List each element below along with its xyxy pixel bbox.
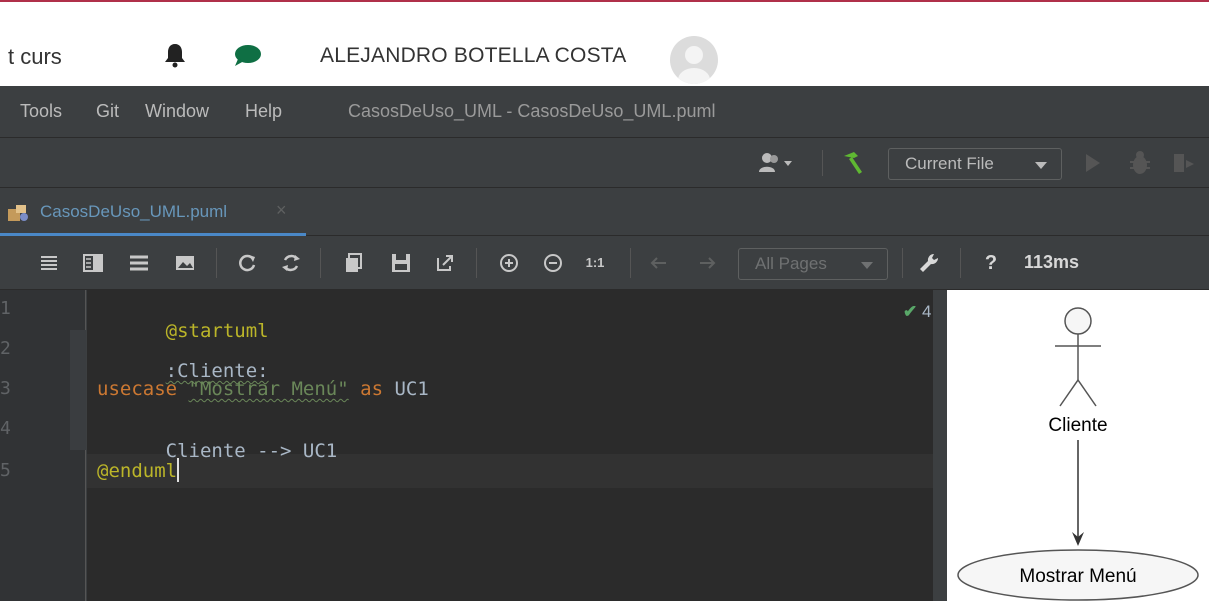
toolbar-separator [630,248,631,278]
actor-leg [1077,379,1097,407]
tab-label: CasosDeUso_UML.puml [40,202,228,221]
menu-help[interactable]: Help [245,101,282,122]
window-title: CasosDeUso_UML - CasosDeUso_UML.puml [348,101,716,121]
web-header: t curs ALEJANDRO BOTELLA COSTA [0,0,1209,86]
code-token: @enduml [97,460,178,482]
pages-select-label: All Pages [755,254,827,273]
render-time: 113ms [1024,252,1080,272]
user-icon[interactable] [758,152,794,174]
run-icon[interactable] [1086,154,1100,172]
splitter[interactable] [933,290,947,601]
open-external-icon[interactable] [430,248,460,278]
breadcrumb[interactable]: t curs [8,44,62,70]
code-token: as [360,378,384,400]
help-button[interactable]: ? [976,248,1006,278]
arrow-left-icon[interactable] [644,248,674,278]
usecase-label: Mostrar Menú [1019,566,1136,587]
layout-split-icon[interactable] [78,248,108,278]
refresh-icon[interactable] [232,248,262,278]
header-divider [0,0,1209,2]
fold-region [70,330,86,450]
save-icon[interactable] [386,248,416,278]
zoom-out-icon[interactable] [538,248,568,278]
line-number: 4 [0,418,10,439]
actor-leg [1059,379,1079,407]
avatar[interactable] [670,36,718,84]
menu-bar: Tools Git Window Help CasosDeUso_UML - C… [0,86,1209,138]
code-token: "Mostrar Menú" [188,378,349,400]
inspection-widget[interactable]: ✔ 4 [903,302,931,322]
code-line-5: @enduml [97,458,180,482]
coverage-icon[interactable] [1170,150,1196,176]
menu-git[interactable]: Git [96,101,119,122]
editor-tab-bar: CasosDeUso_UML.puml × [0,188,1209,236]
bell-icon[interactable] [162,42,188,68]
build-hammer-icon[interactable] [840,150,866,176]
actor-label: Cliente [1048,415,1107,436]
toolbar-separator [822,150,823,176]
editor-gutter: 1 2 3 4 5 [0,290,86,601]
settings-wrench-icon[interactable] [914,248,944,278]
actual-size-button[interactable]: 1:1 [580,248,610,278]
actor-head [1064,307,1092,335]
arrow-right-icon[interactable] [692,248,722,278]
layout-editor-only-icon[interactable] [34,248,64,278]
run-configuration-select[interactable]: Current File [888,148,1062,180]
toolbar-separator [320,248,321,278]
puml-file-icon [8,205,28,221]
text-cursor [177,458,180,482]
debug-bug-icon[interactable] [1128,150,1152,176]
pages-select[interactable]: All Pages [738,248,888,280]
code-editor[interactable]: @startuml :Cliente: usecase "Mostrar Men… [87,290,968,601]
menu-tools[interactable]: Tools [20,101,62,122]
layout-horizontal-icon[interactable] [124,248,154,278]
zoom-in-icon[interactable] [494,248,524,278]
chevron-down-icon [1035,162,1047,169]
toolbar-separator [216,248,217,278]
preview-toolbar: 1:1 All Pages ? 113ms [0,236,1209,290]
preview-only-image-icon[interactable] [170,248,200,278]
chat-icon[interactable] [232,42,262,68]
diagram-preview: Cliente Mostrar Menú [947,290,1209,601]
code-line-3: usecase "Mostrar Menú" as UC1 [97,378,429,400]
line-number: 2 [0,338,10,359]
check-icon: ✔ [903,302,918,321]
toolbar-separator [476,248,477,278]
code-token: Cliente --> UC1 [165,440,338,462]
line-number: 3 [0,378,10,399]
user-name[interactable]: ALEJANDRO BOTELLA COSTA [320,44,626,68]
toolbar-separator [902,248,903,278]
main-toolbar: Current File [0,138,1209,188]
tab-casosdeuso-puml[interactable]: CasosDeUso_UML.puml × [0,188,306,236]
run-configuration-label: Current File [905,154,994,173]
code-token: UC1 [394,378,429,400]
line-number: 5 [0,460,10,481]
inspection-count: 4 [921,302,932,321]
uml-diagram: Cliente Mostrar Menú [957,307,1199,601]
chevron-down-icon [861,262,873,269]
tab-close-icon[interactable]: × [276,200,287,221]
reload-icon[interactable] [276,248,306,278]
line-number: 1 [0,298,10,319]
copy-icon[interactable] [340,248,370,278]
code-token: usecase [97,378,178,400]
toolbar-separator [960,248,961,278]
menu-window[interactable]: Window [145,101,209,122]
